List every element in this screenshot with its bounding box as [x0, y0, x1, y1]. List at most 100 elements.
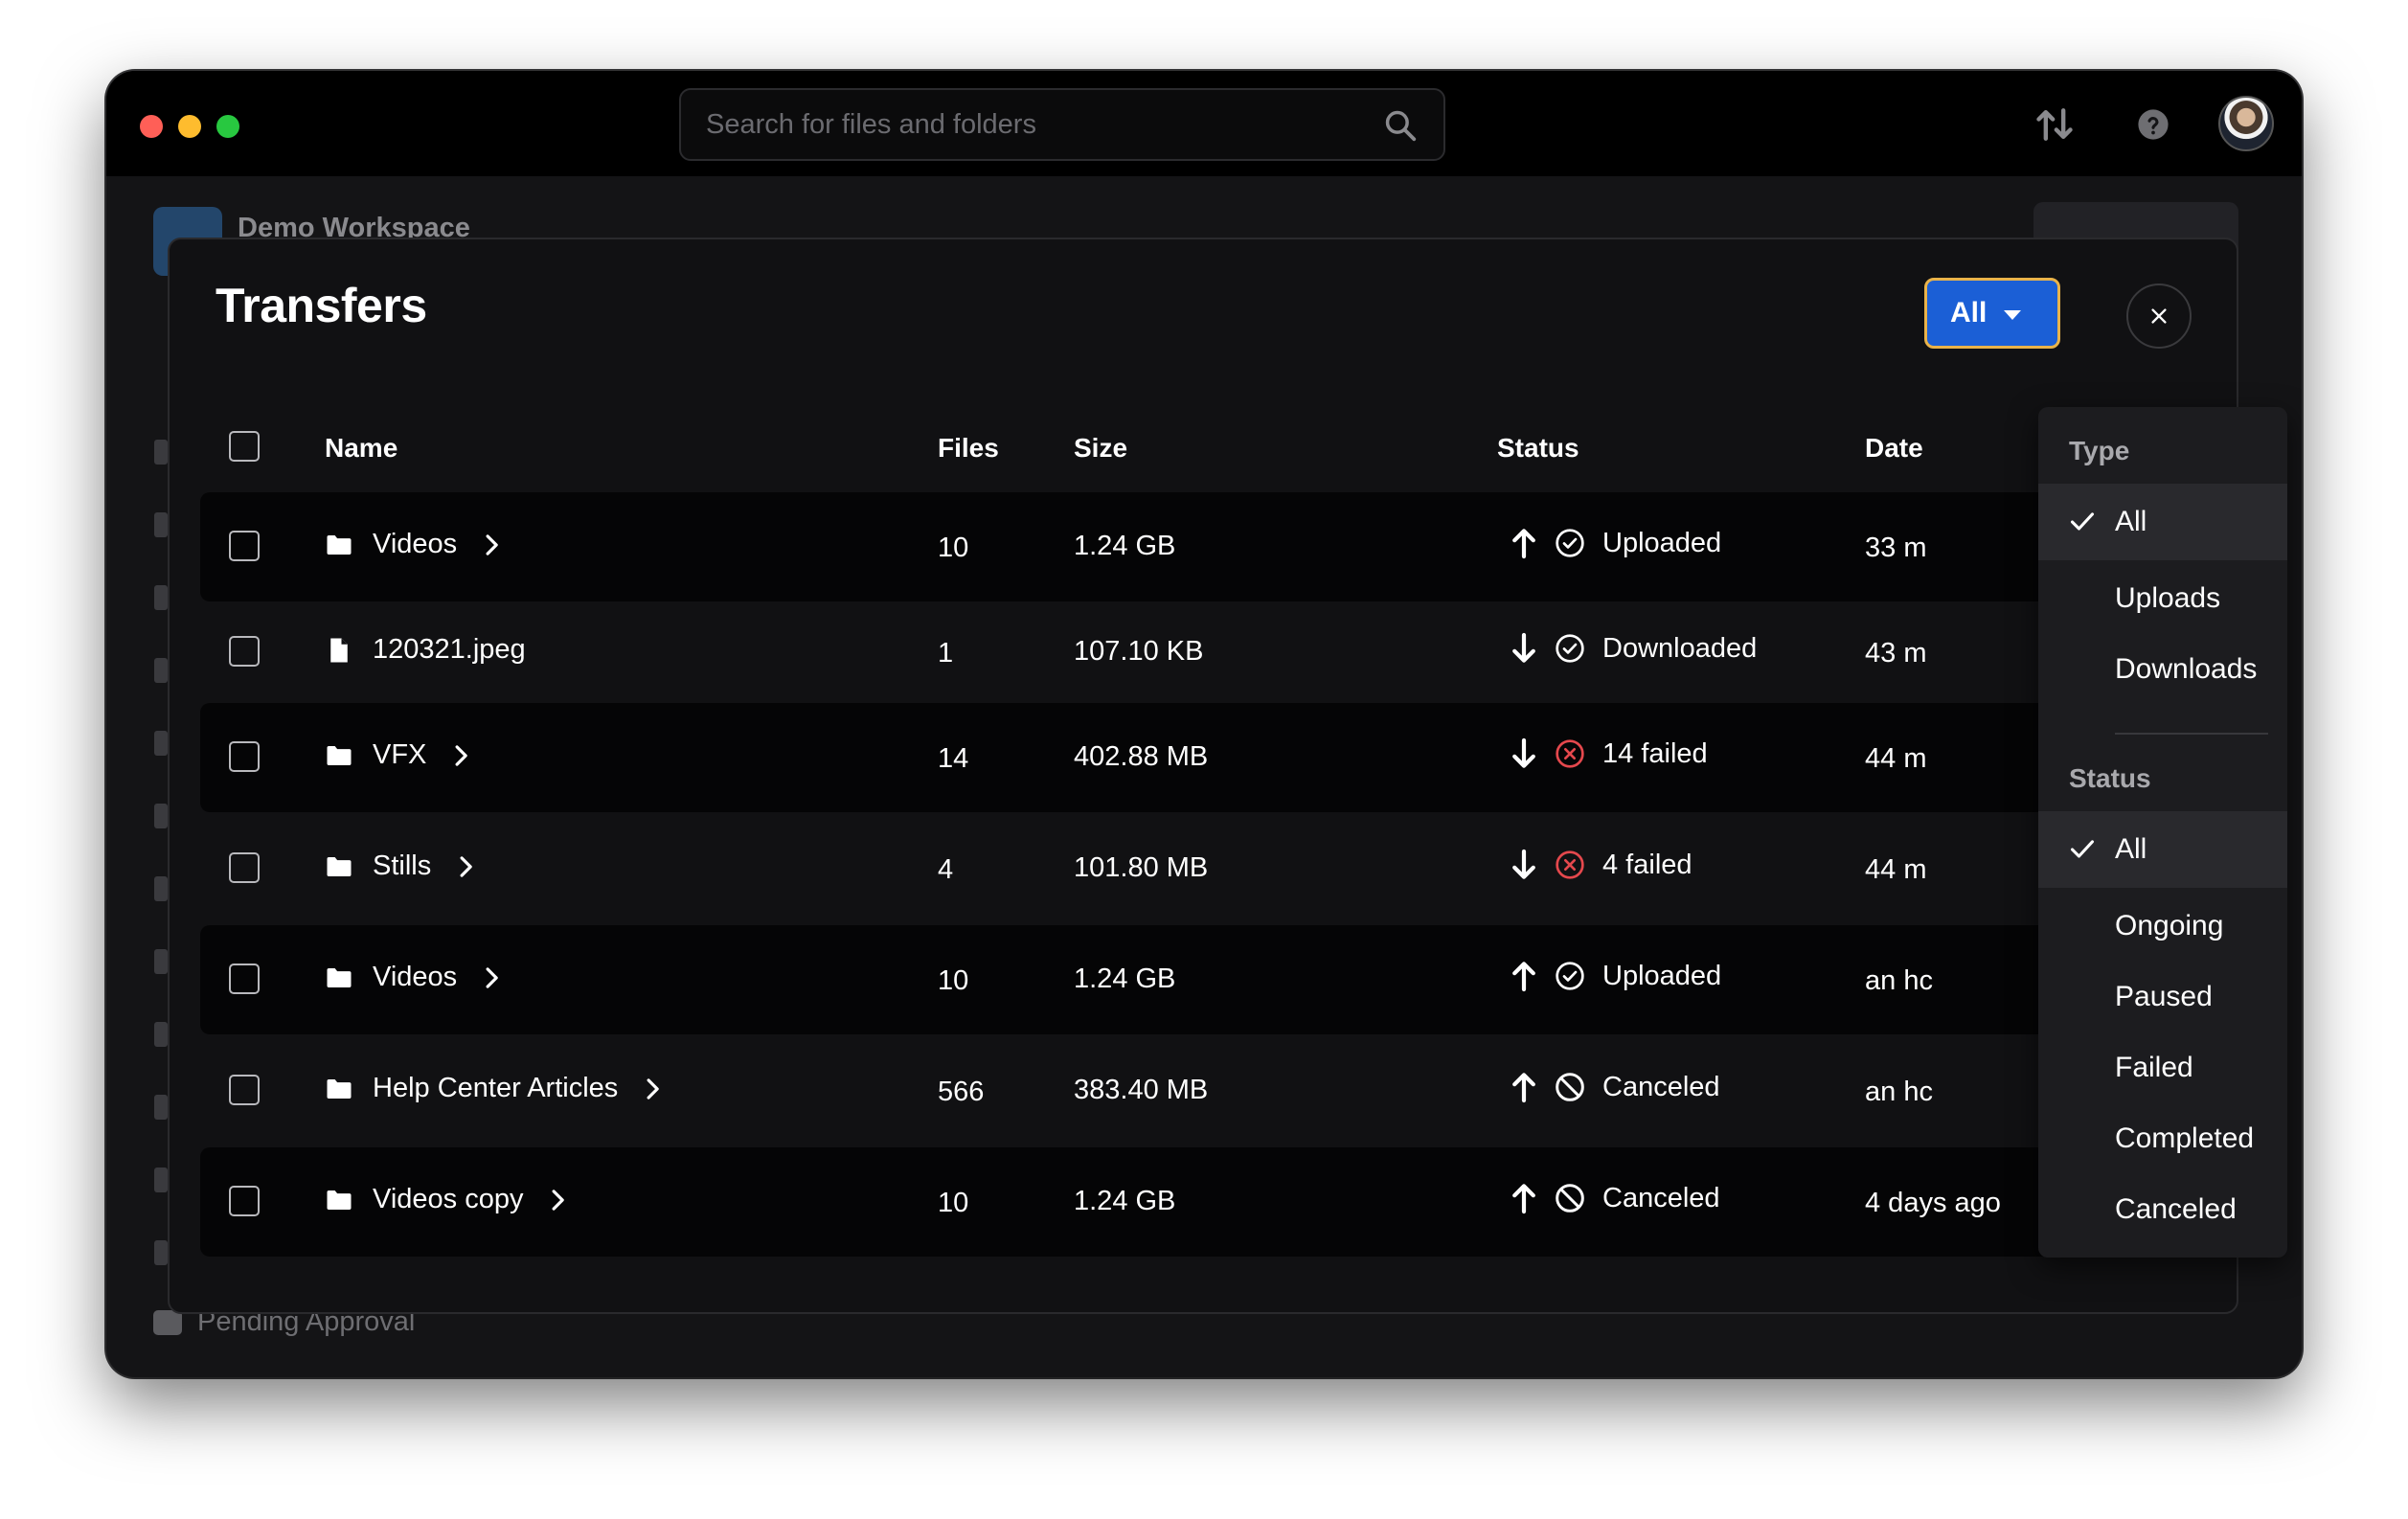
- table-header: Name Files Size Status Date: [200, 408, 2210, 485]
- error-circle-icon: [1556, 739, 1584, 768]
- status-option-completed[interactable]: Completed: [2038, 1100, 2287, 1177]
- table-row[interactable]: Videos 10 1.24 GB Uploaded 33 m: [200, 492, 2210, 601]
- row-size: 101.80 MB: [1074, 852, 1209, 883]
- status-option-label: Ongoing: [2115, 910, 2224, 941]
- row-status: Downloaded: [1602, 632, 1758, 664]
- check-circle-icon: [1556, 962, 1584, 990]
- row-checkbox[interactable]: [229, 741, 260, 772]
- type-option-label: Downloads: [2115, 653, 2258, 685]
- transfers-icon[interactable]: [2033, 103, 2076, 146]
- select-all-checkbox[interactable]: [229, 431, 260, 462]
- sidebar-icon: [154, 1022, 168, 1047]
- chevron-right-icon[interactable]: [456, 854, 475, 879]
- row-checkbox[interactable]: [229, 531, 260, 561]
- row-checkbox[interactable]: [229, 1075, 260, 1105]
- row-files: 10: [938, 1188, 969, 1218]
- arrow-down-icon: [1512, 737, 1535, 768]
- caret-down-icon: [2004, 310, 2022, 320]
- sidebar-icon: [154, 949, 168, 974]
- table-row[interactable]: Videos 10 1.24 GB Uploaded an hc: [200, 925, 2210, 1034]
- type-option-downloads[interactable]: Downloads: [2038, 631, 2287, 708]
- sidebar-icon: [154, 1168, 168, 1192]
- status-option-label: Canceled: [2115, 1193, 2237, 1225]
- status-option-label: Paused: [2115, 981, 2213, 1012]
- filter-dropdown-menu: Type All Uploads Downloads Status All On…: [2038, 407, 2287, 1258]
- row-name-cell[interactable]: VFX: [325, 739, 470, 771]
- search-input[interactable]: Search for files and folders: [679, 88, 1445, 161]
- help-icon[interactable]: [2137, 108, 2169, 141]
- check-circle-icon: [1556, 634, 1584, 663]
- table-row[interactable]: Stills 4 101.80 MB 4 failed 44 m: [200, 814, 2210, 923]
- error-circle-icon: [1556, 850, 1584, 879]
- row-name: VFX: [373, 739, 427, 770]
- filter-dropdown-button[interactable]: All: [1924, 278, 2060, 349]
- table-row[interactable]: VFX 14 402.88 MB 14 failed 44 m: [200, 703, 2210, 812]
- app-window: Search for files and folders Demo Worksp…: [106, 71, 2302, 1377]
- row-name-cell[interactable]: Videos: [325, 529, 501, 560]
- header-date[interactable]: Date: [1865, 433, 1923, 464]
- table-row[interactable]: Help Center Articles 566 383.40 MB Canceled…: [200, 1036, 2210, 1145]
- avatar[interactable]: [2218, 96, 2274, 151]
- row-checkbox[interactable]: [229, 852, 260, 883]
- sidebar-icon: [154, 804, 168, 828]
- status-option-label: All: [2115, 833, 2147, 865]
- status-option-all[interactable]: All: [2038, 811, 2287, 888]
- sidebar-icon: [154, 585, 168, 610]
- row-name-cell[interactable]: Videos copy: [325, 1184, 567, 1215]
- row-name-cell[interactable]: Help Center Articles: [325, 1073, 662, 1104]
- arrow-up-icon: [1512, 1073, 1535, 1103]
- file-icon: [330, 638, 348, 662]
- chevron-right-icon[interactable]: [548, 1188, 567, 1213]
- row-checkbox[interactable]: [229, 964, 260, 994]
- folder-icon: [327, 534, 352, 555]
- status-heading: Status: [2069, 763, 2151, 793]
- row-status-cell: Canceled: [1511, 1071, 1720, 1103]
- folder-icon: [327, 856, 352, 876]
- status-option-ongoing[interactable]: Ongoing: [2038, 888, 2287, 964]
- minimize-window-button[interactable]: [178, 115, 201, 138]
- close-modal-button[interactable]: [2126, 283, 2192, 349]
- dropdown-divider: [2115, 733, 2268, 735]
- zoom-window-button[interactable]: [216, 115, 239, 138]
- chevron-right-icon[interactable]: [643, 1077, 662, 1101]
- row-status: Uploaded: [1602, 960, 1722, 991]
- row-name-cell[interactable]: Videos: [325, 962, 501, 993]
- type-option-all[interactable]: All: [2038, 484, 2287, 560]
- sidebar-icon: [154, 876, 168, 901]
- table-row[interactable]: 120321.jpeg 1 107.10 KB Downloaded 43 m: [200, 598, 2210, 707]
- sidebar-icon: [154, 1095, 168, 1120]
- row-status: Canceled: [1602, 1071, 1720, 1102]
- row-status-cell: Uploaded: [1511, 527, 1721, 559]
- status-option-paused[interactable]: Paused: [2038, 959, 2287, 1035]
- header-size[interactable]: Size: [1074, 433, 1127, 464]
- arrow-down-icon: [1512, 849, 1535, 879]
- close-window-button[interactable]: [140, 115, 163, 138]
- row-files: 4: [938, 854, 954, 885]
- chevron-right-icon[interactable]: [451, 743, 470, 768]
- row-size: 1.24 GB: [1074, 964, 1176, 994]
- header-status[interactable]: Status: [1497, 433, 1579, 464]
- status-option-canceled[interactable]: Canceled: [2038, 1171, 2287, 1248]
- row-name-cell[interactable]: Stills: [325, 850, 475, 882]
- row-status-cell: 4 failed: [1511, 849, 1692, 881]
- sidebar-icon: [154, 731, 168, 756]
- chevron-right-icon[interactable]: [482, 533, 501, 557]
- row-checkbox[interactable]: [229, 636, 260, 667]
- row-status-cell: Uploaded: [1511, 960, 1721, 992]
- row-files: 566: [938, 1077, 985, 1107]
- header-files[interactable]: Files: [938, 433, 999, 464]
- header-name[interactable]: Name: [325, 433, 398, 464]
- row-name-cell[interactable]: 120321.jpeg: [325, 634, 526, 666]
- arrow-down-icon: [1512, 632, 1535, 663]
- search-icon[interactable]: [1382, 107, 1419, 144]
- status-option-failed[interactable]: Failed: [2038, 1030, 2287, 1106]
- search-placeholder: Search for files and folders: [706, 109, 1036, 140]
- row-checkbox[interactable]: [229, 1186, 260, 1216]
- table-row[interactable]: Videos copy 10 1.24 GB Canceled 4 days ago: [200, 1147, 2210, 1257]
- type-option-uploads[interactable]: Uploads: [2038, 560, 2287, 637]
- row-size: 402.88 MB: [1074, 741, 1209, 772]
- chevron-right-icon[interactable]: [482, 965, 501, 990]
- cancel-circle-icon: [1556, 1073, 1584, 1101]
- folder-icon: [327, 1190, 352, 1210]
- row-size: 107.10 KB: [1074, 636, 1204, 667]
